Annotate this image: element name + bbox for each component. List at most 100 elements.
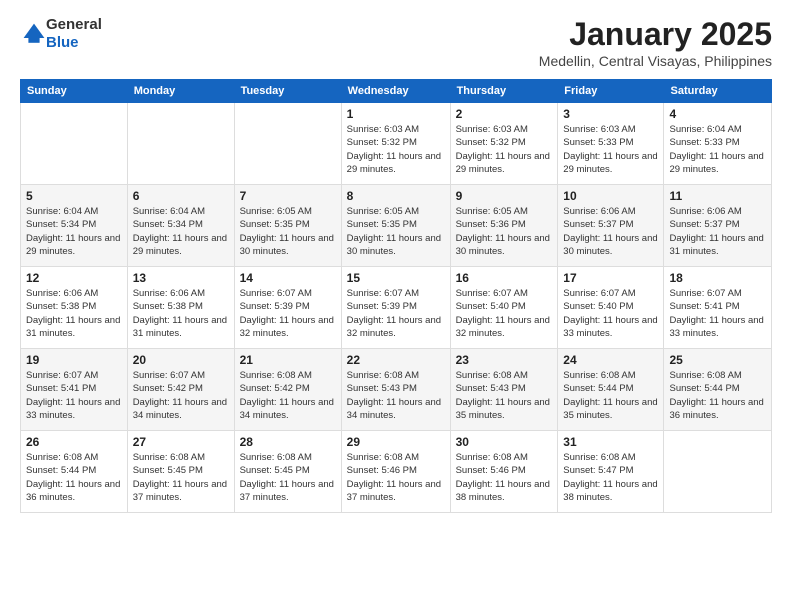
calendar-cell: 25 Sunrise: 6:08 AMSunset: 5:44 PMDayligh…	[664, 349, 772, 431]
day-detail: Sunrise: 6:08 AMSunset: 5:44 PMDaylight:…	[669, 369, 766, 422]
calendar-cell: 31 Sunrise: 6:08 AMSunset: 5:47 PMDayligh…	[558, 431, 664, 513]
day-number: 3	[563, 107, 658, 121]
weekday-header-monday: Monday	[127, 80, 234, 103]
page: General Blue January 2025 Medellin, Cent…	[0, 0, 792, 612]
calendar-cell: 1 Sunrise: 6:03 AMSunset: 5:32 PMDaylight…	[341, 103, 450, 185]
calendar-cell: 7Sunrise: 6:05 AMSunset: 5:35 PMDaylight…	[234, 185, 341, 267]
calendar-cell: 26 Sunrise: 6:08 AMSunset: 5:44 PMDayligh…	[21, 431, 128, 513]
day-detail: Sunrise: 6:08 AMSunset: 5:46 PMDaylight:…	[456, 451, 553, 504]
calendar-cell: 2 Sunrise: 6:03 AMSunset: 5:32 PMDaylight…	[450, 103, 558, 185]
day-detail: Sunrise: 6:08 AMSunset: 5:45 PMDaylight:…	[240, 451, 336, 504]
day-detail: Sunrise: 6:07 AMSunset: 5:41 PMDaylight:…	[669, 287, 766, 340]
day-detail: Sunrise: 6:08 AMSunset: 5:46 PMDaylight:…	[347, 451, 445, 504]
weekday-header-tuesday: Tuesday	[234, 80, 341, 103]
day-detail: Sunrise: 6:07 AMSunset: 5:40 PMDaylight:…	[563, 287, 658, 340]
day-detail: Sunrise: 6:08 AMSunset: 5:43 PMDaylight:…	[456, 369, 553, 422]
calendar-cell	[234, 103, 341, 185]
day-detail: Sunrise: 6:04 AMSunset: 5:34 PMDaylight:…	[133, 205, 229, 258]
logo-icon	[22, 22, 46, 46]
day-detail: Sunrise: 6:08 AMSunset: 5:44 PMDaylight:…	[26, 451, 122, 504]
calendar-cell: 23 Sunrise: 6:08 AMSunset: 5:43 PMDayligh…	[450, 349, 558, 431]
day-detail: Sunrise: 6:08 AMSunset: 5:47 PMDaylight:…	[563, 451, 658, 504]
day-detail: Sunrise: 6:05 AMSunset: 5:35 PMDaylight:…	[240, 205, 336, 258]
day-number: 2	[456, 107, 553, 121]
day-number: 29	[347, 435, 445, 449]
day-detail: Sunrise: 6:07 AMSunset: 5:40 PMDaylight:…	[456, 287, 553, 340]
day-detail: Sunrise: 6:06 AMSunset: 5:38 PMDaylight:…	[133, 287, 229, 340]
calendar-cell: 28 Sunrise: 6:08 AMSunset: 5:45 PMDayligh…	[234, 431, 341, 513]
calendar-cell: 19Sunrise: 6:07 AMSunset: 5:41 PMDayligh…	[21, 349, 128, 431]
logo-blue: Blue	[46, 34, 79, 51]
day-number: 17	[563, 271, 658, 285]
day-number: 24	[563, 353, 658, 367]
calendar-cell: 4 Sunrise: 6:04 AMSunset: 5:33 PMDaylight…	[664, 103, 772, 185]
calendar-cell: 14 Sunrise: 6:07 AMSunset: 5:39 PMDayligh…	[234, 267, 341, 349]
weekday-header-row: SundayMondayTuesdayWednesdayThursdayFrid…	[21, 80, 772, 103]
day-number: 23	[456, 353, 553, 367]
calendar-cell: 30 Sunrise: 6:08 AMSunset: 5:46 PMDayligh…	[450, 431, 558, 513]
day-detail: Sunrise: 6:04 AMSunset: 5:33 PMDaylight:…	[669, 123, 766, 176]
calendar-cell: 9 Sunrise: 6:05 AMSunset: 5:36 PMDaylight…	[450, 185, 558, 267]
day-number: 8	[347, 189, 445, 203]
day-number: 12	[26, 271, 122, 285]
day-number: 9	[456, 189, 553, 203]
day-number: 15	[347, 271, 445, 285]
day-number: 20	[133, 353, 229, 367]
day-number: 28	[240, 435, 336, 449]
logo: General Blue	[20, 16, 102, 52]
day-number: 16	[456, 271, 553, 285]
calendar-cell: 5Sunrise: 6:04 AMSunset: 5:34 PMDaylight…	[21, 185, 128, 267]
day-detail: Sunrise: 6:08 AMSunset: 5:45 PMDaylight:…	[133, 451, 229, 504]
calendar-cell	[21, 103, 128, 185]
day-detail: Sunrise: 6:07 AMSunset: 5:42 PMDaylight:…	[133, 369, 229, 422]
calendar-cell: 18 Sunrise: 6:07 AMSunset: 5:41 PMDayligh…	[664, 267, 772, 349]
day-number: 11	[669, 189, 766, 203]
calendar-cell: 22Sunrise: 6:08 AMSunset: 5:43 PMDayligh…	[341, 349, 450, 431]
weekday-header-saturday: Saturday	[664, 80, 772, 103]
day-number: 21	[240, 353, 336, 367]
weekday-header-wednesday: Wednesday	[341, 80, 450, 103]
day-number: 14	[240, 271, 336, 285]
day-detail: Sunrise: 6:06 AMSunset: 5:37 PMDaylight:…	[669, 205, 766, 258]
day-number: 5	[26, 189, 122, 203]
calendar-cell: 20 Sunrise: 6:07 AMSunset: 5:42 PMDayligh…	[127, 349, 234, 431]
day-detail: Sunrise: 6:08 AMSunset: 5:43 PMDaylight:…	[347, 369, 445, 422]
title-section: January 2025 Medellin, Central Visayas, …	[539, 16, 772, 69]
day-detail: Sunrise: 6:08 AMSunset: 5:42 PMDaylight:…	[240, 369, 336, 422]
calendar-cell: 16 Sunrise: 6:07 AMSunset: 5:40 PMDayligh…	[450, 267, 558, 349]
calendar-week-4: 19Sunrise: 6:07 AMSunset: 5:41 PMDayligh…	[21, 349, 772, 431]
day-detail: Sunrise: 6:03 AMSunset: 5:32 PMDaylight:…	[347, 123, 445, 176]
day-number: 10	[563, 189, 658, 203]
day-detail: Sunrise: 6:07 AMSunset: 5:39 PMDaylight:…	[240, 287, 336, 340]
day-detail: Sunrise: 6:03 AMSunset: 5:32 PMDaylight:…	[456, 123, 553, 176]
day-detail: Sunrise: 6:05 AMSunset: 5:36 PMDaylight:…	[456, 205, 553, 258]
calendar-week-1: 1 Sunrise: 6:03 AMSunset: 5:32 PMDaylight…	[21, 103, 772, 185]
calendar-cell: 6 Sunrise: 6:04 AMSunset: 5:34 PMDaylight…	[127, 185, 234, 267]
calendar-cell: 17 Sunrise: 6:07 AMSunset: 5:40 PMDayligh…	[558, 267, 664, 349]
location-subtitle: Medellin, Central Visayas, Philippines	[539, 53, 772, 69]
day-detail: Sunrise: 6:07 AMSunset: 5:39 PMDaylight:…	[347, 287, 445, 340]
calendar-cell: 29 Sunrise: 6:08 AMSunset: 5:46 PMDayligh…	[341, 431, 450, 513]
day-detail: Sunrise: 6:03 AMSunset: 5:33 PMDaylight:…	[563, 123, 658, 176]
day-detail: Sunrise: 6:06 AMSunset: 5:37 PMDaylight:…	[563, 205, 658, 258]
day-number: 4	[669, 107, 766, 121]
calendar-cell	[127, 103, 234, 185]
day-number: 31	[563, 435, 658, 449]
day-number: 19	[26, 353, 122, 367]
day-number: 27	[133, 435, 229, 449]
day-number: 18	[669, 271, 766, 285]
header: General Blue January 2025 Medellin, Cent…	[20, 16, 772, 69]
calendar-cell: 13 Sunrise: 6:06 AMSunset: 5:38 PMDayligh…	[127, 267, 234, 349]
calendar-week-2: 5 Sunrise: 6:04 AMSunset: 5:34 PMDaylight…	[21, 185, 772, 267]
day-number: 26	[26, 435, 122, 449]
calendar-week-5: 26 Sunrise: 6:08 AMSunset: 5:44 PMDayligh…	[21, 431, 772, 513]
day-number: 13	[133, 271, 229, 285]
calendar-cell	[664, 431, 772, 513]
calendar-week-3: 12 Sunrise: 6:06 AMSunset: 5:38 PMDayligh…	[21, 267, 772, 349]
calendar-cell: 24Sunrise: 6:08 AMSunset: 5:44 PMDayligh…	[558, 349, 664, 431]
day-detail: Sunrise: 6:06 AMSunset: 5:38 PMDaylight:…	[26, 287, 122, 340]
day-number: 30	[456, 435, 553, 449]
day-number: 25	[669, 353, 766, 367]
day-number: 1	[347, 107, 445, 121]
day-number: 6	[133, 189, 229, 203]
